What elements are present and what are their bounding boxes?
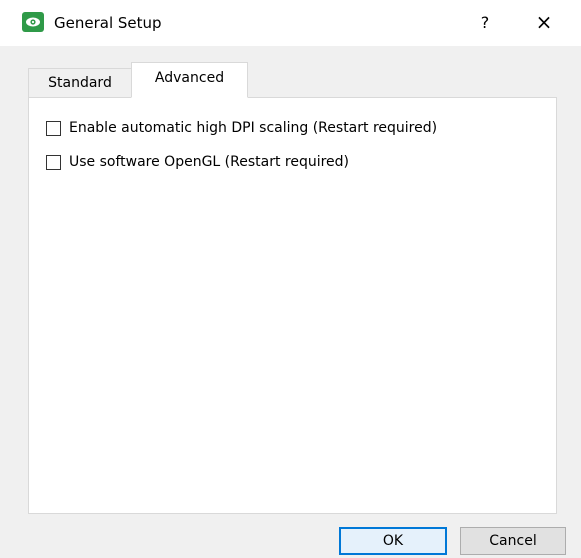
eye-app-icon: [22, 12, 44, 32]
tab-advanced-label: Advanced: [154, 70, 225, 86]
ok-button[interactable]: OK: [339, 527, 447, 555]
general-setup-dialog: General Setup ? × Standard Advanced Enab…: [0, 0, 581, 558]
title-bar[interactable]: General Setup ? ×: [0, 0, 581, 46]
advanced-tab-panel: Enable automatic high DPI scaling (Resta…: [28, 97, 557, 514]
close-button[interactable]: ×: [521, 4, 567, 40]
tab-standard[interactable]: Standard: [28, 68, 132, 98]
software-opengl-option[interactable]: Use software OpenGL (Restart required): [46, 152, 349, 172]
window-title: General Setup: [54, 14, 162, 32]
high-dpi-checkbox[interactable]: [46, 120, 61, 136]
high-dpi-option[interactable]: Enable automatic high DPI scaling (Resta…: [46, 118, 437, 138]
software-opengl-checkbox[interactable]: [46, 154, 61, 170]
tab-advanced[interactable]: Advanced: [131, 62, 248, 98]
cancel-button[interactable]: Cancel: [460, 527, 566, 555]
high-dpi-label[interactable]: Enable automatic high DPI scaling (Resta…: [69, 120, 437, 136]
software-opengl-label[interactable]: Use software OpenGL (Restart required): [69, 154, 349, 170]
help-button[interactable]: ?: [470, 8, 500, 38]
tab-standard-label: Standard: [48, 75, 112, 91]
